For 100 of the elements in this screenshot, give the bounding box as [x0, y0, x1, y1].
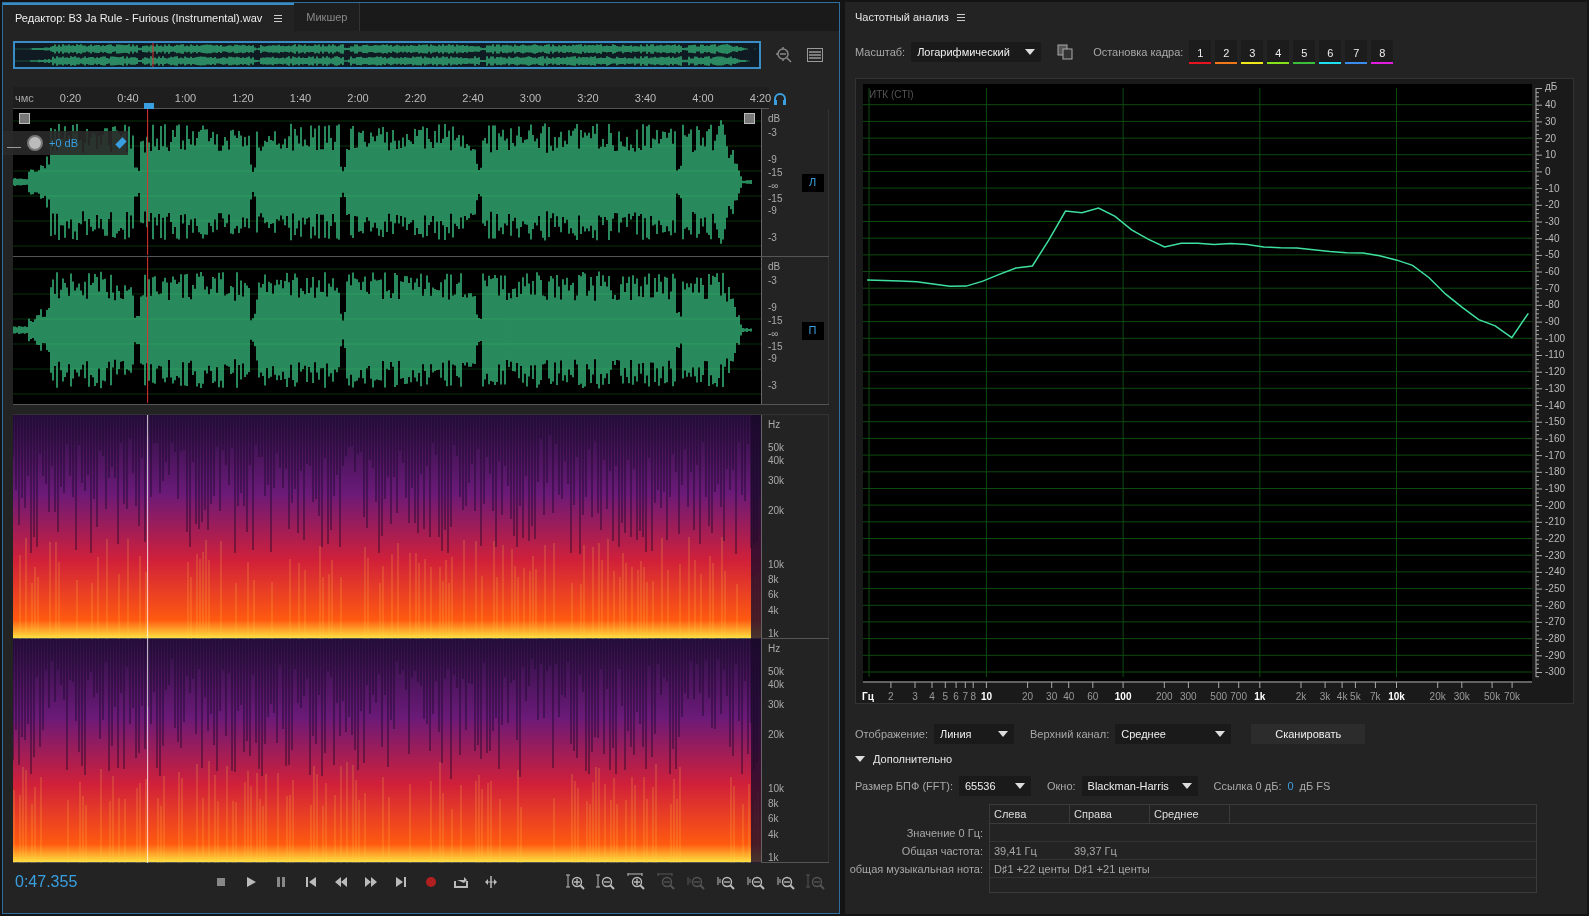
y-tick-label: -100: [1545, 332, 1565, 344]
headphones-icon[interactable]: [773, 92, 787, 106]
tab-menu-icon[interactable]: [274, 14, 283, 22]
y-tick-label: -190: [1545, 482, 1565, 494]
db-scale-label: -9: [768, 352, 777, 366]
column-header: Справа: [1070, 805, 1150, 823]
copy-icon[interactable]: [1057, 44, 1074, 60]
zoom-in-time-button[interactable]: [625, 872, 647, 892]
list-icon[interactable]: [807, 48, 823, 62]
editor-tab[interactable]: Редактор: B3 Ja Rule - Furious (Instrumental).wav: [3, 3, 295, 31]
window-dropdown[interactable]: Blackman-Harris: [1081, 776, 1198, 796]
dropdown-arrow-icon[interactable]: [1181, 783, 1192, 789]
y-tick-label: -120: [1545, 366, 1565, 378]
gain-value: +0 dB: [49, 135, 79, 151]
pin-icon[interactable]: [115, 137, 127, 149]
table-cell-text: D♯1 +21 центы: [1073, 862, 1150, 877]
x-tick-label: 4k: [1336, 691, 1348, 702]
x-tick-label: 20k: [1429, 691, 1446, 702]
magnifier-icon: [566, 873, 586, 891]
hz-scale-label: 30k: [768, 698, 785, 712]
top-channel-dropdown[interactable]: Среднее: [1115, 724, 1232, 744]
advanced-toggle[interactable]: Дополнительно: [855, 748, 1577, 770]
fft-size-dropdown[interactable]: 65536: [958, 776, 1031, 796]
row-label: общая музыкальная нота:: [849, 862, 983, 877]
x-tick-label: 7k: [1370, 691, 1381, 702]
y-tick-label: -280: [1545, 633, 1565, 645]
db-scale-label: -15: [768, 340, 783, 354]
dropdown-arrow-icon[interactable]: [998, 731, 1008, 737]
dropdown-arrow-icon[interactable]: [1215, 731, 1226, 737]
dropdown-arrow-icon[interactable]: [1025, 49, 1036, 55]
dropdown-arrow-icon[interactable]: [1014, 783, 1025, 789]
hz-scale-label: 1k: [768, 851, 779, 865]
y-tick-label: -210: [1545, 516, 1565, 528]
hz-scale-label: 40k: [768, 678, 785, 692]
x-tick-label: 6: [953, 691, 959, 702]
rewind-icon: [334, 875, 348, 889]
time-label: 0:20: [59, 91, 82, 106]
y-tick-label: -10: [1545, 182, 1560, 194]
frame-hold-button[interactable]: 7: [1345, 40, 1368, 64]
magnifier-icon: [596, 873, 616, 891]
hz-scale-label: 20k: [768, 504, 785, 518]
db-scale-label: dB: [768, 260, 781, 274]
zoom-icon[interactable]: [775, 46, 793, 64]
frame-hold-button[interactable]: 8: [1371, 40, 1394, 64]
skip-forward-icon: [394, 875, 408, 889]
table-cell-text: 39,41 Гц: [993, 844, 1038, 859]
frame-hold-button[interactable]: 3: [1241, 40, 1264, 64]
column-header: Среднее: [1150, 805, 1230, 823]
panel-menu-icon[interactable]: [956, 13, 965, 21]
hz-scale-label: 1k: [768, 627, 779, 641]
db-scale-label: dB: [768, 112, 781, 126]
hz-scale-label: 40k: [768, 454, 785, 468]
gain-knob[interactable]: [27, 135, 43, 151]
y-tick-label: -60: [1545, 266, 1560, 278]
y-tick-label: -270: [1545, 616, 1565, 628]
frame-hold-button[interactable]: 4: [1267, 40, 1290, 64]
skip-selection-icon: [484, 875, 498, 889]
magnifier-icon: [626, 873, 646, 891]
disclosure-triangle-icon[interactable]: [855, 756, 865, 762]
fade-out-handle[interactable]: [744, 113, 755, 124]
x-tick-label: 60: [1087, 691, 1099, 702]
time-label: 0:40: [117, 91, 139, 106]
scan-button[interactable]: Сканировать: [1251, 724, 1366, 744]
time-label: 4:20: [749, 91, 772, 106]
x-tick-label: 5: [942, 691, 949, 702]
time-label: 4:00: [692, 91, 714, 106]
top-channel-label: Верхний канал:: [1030, 726, 1110, 742]
channel-badge[interactable]: П: [801, 321, 824, 340]
x-tick-label: 5k: [1350, 691, 1361, 702]
frame-hold-button[interactable]: 1: [1189, 40, 1212, 64]
overview-waveform[interactable]: [13, 41, 761, 69]
editor-tab[interactable]: Микшер: [294, 3, 361, 31]
zoom-out-amplitude-button[interactable]: [595, 872, 617, 892]
y-axis-label: дБ: [1545, 81, 1558, 92]
clip-gain-hud[interactable]: +0 dB: [3, 131, 128, 155]
reference-label: Ссылка 0 дБ:: [1213, 778, 1282, 794]
stop-icon: [214, 875, 228, 889]
reference-value[interactable]: 0: [1287, 777, 1294, 795]
table-cell-text: D♯1 +22 центы: [993, 862, 1070, 877]
fade-in-handle[interactable]: [19, 113, 30, 124]
hz-scale-label: 10k: [768, 782, 785, 796]
scale-dropdown[interactable]: Логарифмический: [911, 42, 1042, 62]
frame-hold-button[interactable]: 2: [1215, 40, 1238, 64]
x-tick-label: 300: [1180, 691, 1197, 702]
frame-hold-button[interactable]: 5: [1293, 40, 1316, 64]
x-tick-label: 3: [912, 691, 918, 702]
x-axis-label: Гц: [862, 691, 874, 702]
display-dropdown[interactable]: Линия: [934, 724, 1014, 744]
chart-title: ИТК (CTI): [869, 89, 914, 100]
y-tick-label: -70: [1545, 282, 1560, 294]
y-tick-label: -170: [1545, 449, 1565, 461]
frame-hold-button[interactable]: 6: [1319, 40, 1342, 64]
x-tick-label: 40: [1063, 691, 1075, 702]
x-tick-label: 1k: [1254, 691, 1266, 702]
y-tick-label: -290: [1545, 649, 1565, 661]
y-tick-label: 40: [1545, 99, 1557, 111]
zoom-in-amplitude-button[interactable]: [565, 872, 587, 892]
channel-badge[interactable]: Л: [801, 173, 824, 192]
time-ruler[interactable]: чмс 0:20 0:40 1:00 1:20 1:40 2:00 2:20 2:40 3:00 3:20 3:40 4:00 4:20: [13, 87, 769, 109]
y-tick-label: -20: [1545, 199, 1560, 211]
